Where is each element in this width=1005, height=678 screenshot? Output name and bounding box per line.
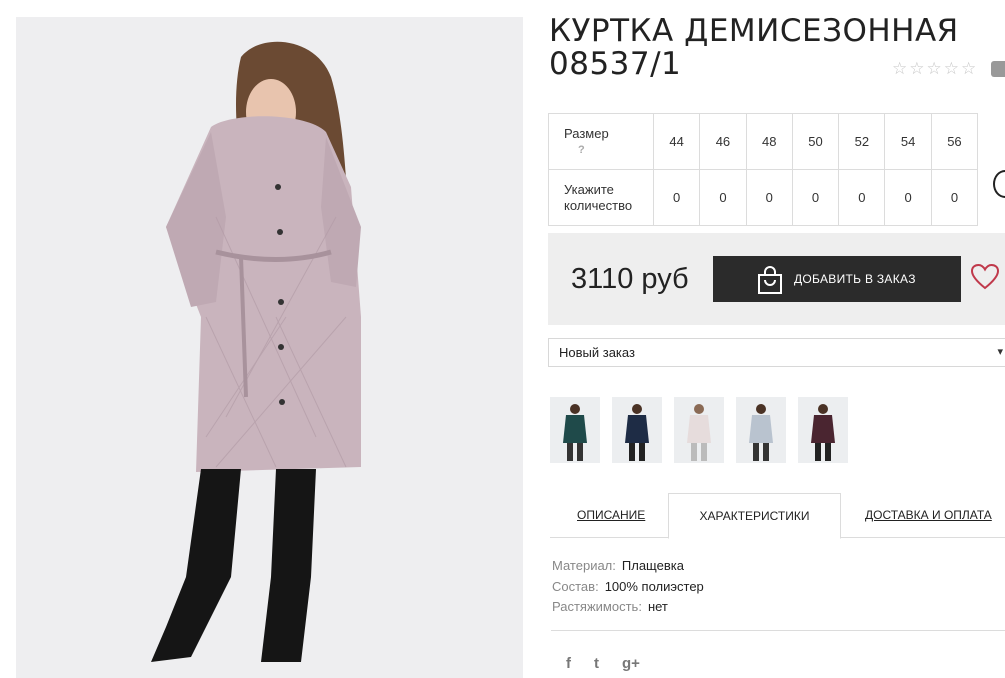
thumbnail-image bbox=[749, 404, 773, 461]
quantity-input[interactable]: 0 bbox=[930, 169, 979, 226]
quantity-input[interactable]: 0 bbox=[652, 169, 701, 226]
order-select-value: Новый заказ bbox=[559, 345, 635, 360]
comment-icon[interactable] bbox=[991, 61, 1005, 77]
quantity-input[interactable]: 0 bbox=[745, 169, 793, 226]
quantity-label-line1: Укажите bbox=[564, 181, 614, 197]
size-help-icon[interactable]: ? bbox=[564, 142, 653, 158]
color-thumbnail[interactable] bbox=[674, 397, 724, 463]
size-guide-icon[interactable] bbox=[993, 170, 1005, 198]
add-to-order-label: ДОБАВИТЬ В ЗАКАЗ bbox=[794, 272, 916, 286]
thumbnail-coat bbox=[625, 415, 649, 443]
size-table: Размер ? 44 46 48 50 52 54 56 Укажите ко… bbox=[548, 113, 979, 226]
shopping-bag-icon bbox=[758, 266, 782, 294]
characteristic-row: Состав: 100% полиэстер bbox=[552, 577, 704, 598]
rating-stars[interactable]: ☆ ☆ ☆ ☆ ☆ bbox=[892, 60, 976, 77]
star-icon[interactable]: ☆ bbox=[927, 60, 942, 77]
characteristic-key: Материал: bbox=[552, 558, 616, 573]
characteristics-list: Материал: Плащевка Состав: 100% полиэстер … bbox=[552, 556, 704, 618]
color-thumbnail[interactable] bbox=[736, 397, 786, 463]
purchase-panel: 3110 руб ДОБАВИТЬ В ЗАКАЗ bbox=[548, 233, 1005, 325]
characteristic-row: Материал: Плащевка bbox=[552, 556, 704, 577]
characteristic-row: Растяжимость: нет bbox=[552, 597, 704, 618]
size-row: Размер ? 44 46 48 50 52 54 56 bbox=[548, 113, 979, 170]
product-tabs: ОПИСАНИЕ ХАРАКТЕРИСТИКИ ДОСТАВКА И ОПЛАТ… bbox=[550, 493, 1005, 539]
price: 3110 руб bbox=[571, 263, 689, 295]
quantity-label-line2: количество bbox=[564, 197, 633, 213]
color-thumbnail[interactable] bbox=[798, 397, 848, 463]
google-plus-icon[interactable]: g+ bbox=[622, 655, 640, 672]
size-label-cell: Размер ? bbox=[548, 113, 654, 170]
thumbnail-image bbox=[563, 404, 587, 461]
twitter-icon[interactable]: t bbox=[594, 655, 599, 672]
model-in-coat-illustration bbox=[16, 17, 523, 678]
star-icon[interactable]: ☆ bbox=[892, 60, 907, 77]
order-select[interactable]: Новый заказ ▾ bbox=[548, 338, 1005, 367]
thumbnail-coat bbox=[811, 415, 835, 443]
divider bbox=[551, 630, 1005, 631]
quantity-label-cell: Укажите количество bbox=[548, 169, 654, 226]
color-thumbnails bbox=[550, 397, 848, 463]
star-icon[interactable]: ☆ bbox=[961, 60, 976, 77]
thumbnail-coat bbox=[687, 415, 711, 443]
tab-description[interactable]: ОПИСАНИЕ bbox=[577, 493, 645, 538]
size-cell: 48 bbox=[745, 113, 793, 170]
thumbnail-image bbox=[687, 404, 711, 461]
tab-characteristics[interactable]: ХАРАКТЕРИСТИКИ bbox=[668, 493, 841, 539]
chevron-down-icon: ▾ bbox=[997, 346, 1003, 358]
quantity-row: Укажите количество 0 0 0 0 0 0 0 bbox=[548, 169, 979, 226]
add-to-order-button[interactable]: ДОБАВИТЬ В ЗАКАЗ bbox=[713, 256, 961, 302]
tab-delivery[interactable]: ДОСТАВКА И ОПЛАТА bbox=[865, 493, 992, 538]
thumbnail-coat bbox=[749, 415, 773, 443]
size-cell: 46 bbox=[699, 113, 747, 170]
characteristic-value: нет bbox=[647, 599, 668, 614]
size-label: Размер bbox=[564, 125, 609, 141]
size-cell: 44 bbox=[652, 113, 701, 170]
size-cell: 54 bbox=[884, 113, 932, 170]
social-share: f t g+ bbox=[566, 655, 640, 672]
product-title-line1: КУРТКА ДЕМИСЕЗОННАЯ bbox=[549, 13, 959, 49]
characteristic-key: Состав: bbox=[552, 578, 599, 594]
size-cell: 50 bbox=[791, 113, 840, 170]
quantity-input[interactable]: 0 bbox=[838, 169, 886, 226]
color-thumbnail[interactable] bbox=[612, 397, 662, 463]
characteristic-value: Плащевка bbox=[621, 558, 684, 573]
size-cell: 56 bbox=[930, 113, 979, 170]
thumbnail-image bbox=[625, 404, 649, 461]
star-icon[interactable]: ☆ bbox=[944, 60, 959, 77]
heart-icon[interactable] bbox=[971, 264, 999, 290]
quantity-input[interactable]: 0 bbox=[791, 169, 840, 226]
facebook-icon[interactable]: f bbox=[566, 655, 571, 672]
characteristic-key: Растяжимость: bbox=[552, 599, 642, 614]
thumbnail-coat bbox=[563, 415, 587, 443]
color-thumbnail[interactable] bbox=[550, 397, 600, 463]
product-main-image[interactable] bbox=[16, 17, 523, 678]
characteristic-value: 100% полиэстер bbox=[604, 578, 704, 594]
star-icon[interactable]: ☆ bbox=[909, 60, 924, 77]
quantity-input[interactable]: 0 bbox=[699, 169, 747, 226]
thumbnail-image bbox=[811, 404, 835, 461]
quantity-input[interactable]: 0 bbox=[884, 169, 932, 226]
size-cell: 52 bbox=[838, 113, 886, 170]
